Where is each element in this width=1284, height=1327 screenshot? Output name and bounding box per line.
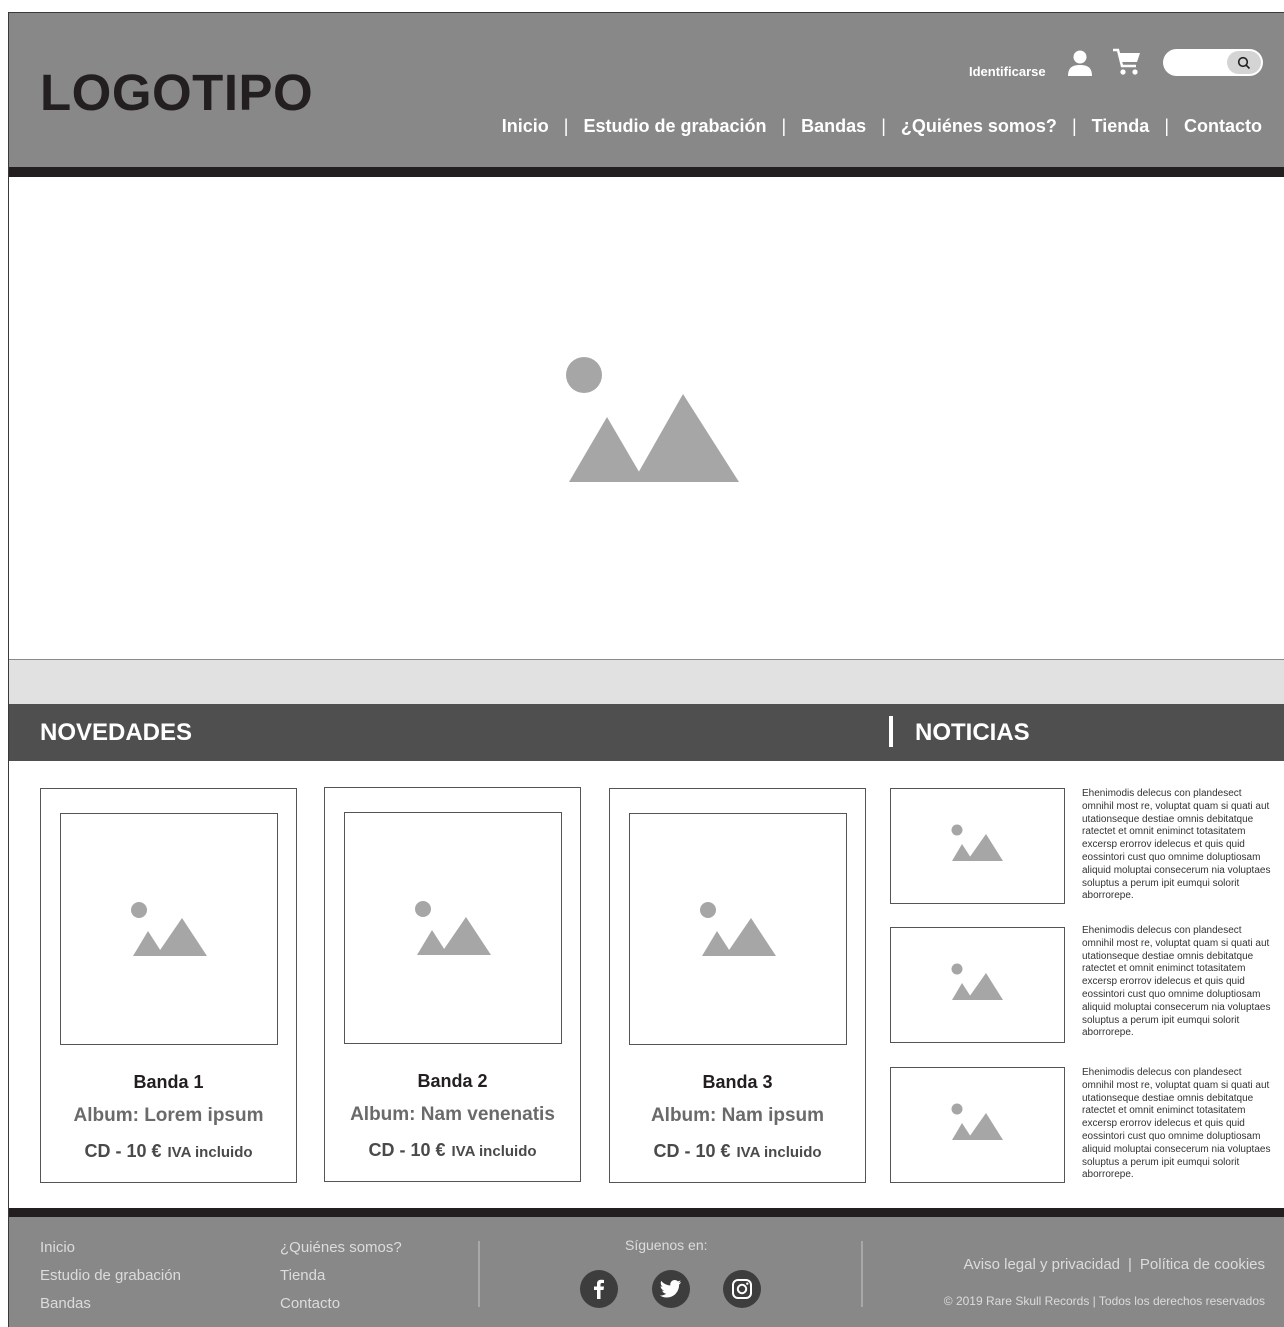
product-card[interactable]: Banda 2 Album: Nam venenatis CD - 10 € IV…	[324, 787, 581, 1182]
product-card[interactable]: Banda 1 Album: Lorem ipsum CD - 10 € IVA …	[40, 788, 297, 1183]
copyright: © 2019 Rare Skull Records | Todos los de…	[943, 1294, 1265, 1308]
header-divider	[9, 167, 1284, 177]
footer-divider-line	[861, 1241, 863, 1307]
album-cover[interactable]	[629, 813, 847, 1045]
price-value: CD - 10 €	[84, 1141, 162, 1161]
instagram-button[interactable]	[723, 1270, 761, 1308]
twitter-icon	[660, 1280, 682, 1298]
tax-note: IVA incluido	[451, 1143, 537, 1160]
instagram-icon	[732, 1279, 752, 1299]
album-name: Album: Nam ipsum	[650, 1105, 825, 1126]
nav-item-tienda[interactable]: Tienda	[1092, 116, 1150, 137]
facebook-button[interactable]	[580, 1270, 618, 1308]
price-value: CD - 10 €	[653, 1141, 731, 1161]
legal-links: Aviso legal y privacidad | Política de coo…	[964, 1256, 1265, 1273]
album-cover[interactable]	[60, 813, 278, 1045]
user-icon[interactable]	[1066, 49, 1094, 77]
nav-item-bandas[interactable]: Bandas	[801, 116, 866, 137]
nav-item-estudio[interactable]: Estudio de grabación	[583, 116, 766, 137]
album-name: Album: Lorem ipsum	[73, 1105, 264, 1126]
main-nav: Inicio | Estudio de grabación | Bandas |…	[502, 116, 1262, 137]
news-image[interactable]	[890, 927, 1065, 1043]
price: CD - 10 € IVA incluido	[41, 1141, 296, 1162]
noticias-title: NOTICIAS	[915, 719, 1030, 746]
image-placeholder-icon	[566, 357, 739, 482]
search-icon	[1237, 56, 1251, 69]
legal-link[interactable]: Aviso legal y privacidad	[964, 1256, 1120, 1273]
footer-link-quienes-somos[interactable]: ¿Quiénes somos?	[280, 1239, 402, 1256]
nav-item-inicio[interactable]: Inicio	[502, 116, 549, 137]
image-placeholder-icon	[951, 824, 1003, 861]
news-text: Ehenimodis delecus con plandesect omnihi…	[1082, 1067, 1271, 1181]
logo[interactable]: LOGOTIPO	[40, 63, 313, 122]
price: CD - 10 € IVA incluido	[610, 1141, 865, 1162]
image-placeholder-icon	[951, 1103, 1003, 1140]
news-image[interactable]	[890, 788, 1065, 904]
follow-label: Síguenos en:	[625, 1237, 708, 1253]
nav-item-quienes-somos[interactable]: ¿Quiénes somos?	[901, 116, 1057, 137]
album-cover[interactable]	[344, 812, 562, 1044]
nav-separator: |	[563, 116, 569, 136]
news-image[interactable]	[890, 1067, 1065, 1183]
image-placeholder-icon	[131, 902, 207, 956]
image-placeholder-icon	[700, 902, 776, 956]
tax-note: IVA incluido	[736, 1144, 822, 1161]
twitter-button[interactable]	[652, 1270, 690, 1308]
legal-separator: |	[1128, 1256, 1132, 1273]
image-placeholder-icon	[415, 901, 491, 955]
nav-separator: |	[781, 116, 787, 136]
nav-separator: |	[1164, 116, 1169, 136]
section-bar: NOVEDADES NOTICIAS	[9, 704, 1284, 761]
section-divider	[889, 716, 893, 747]
footer-link-tienda[interactable]: Tienda	[280, 1267, 325, 1284]
nav-separator: |	[1071, 116, 1077, 136]
news-text: Ehenimodis delecus con plandesect omnihi…	[1082, 788, 1271, 902]
band-name[interactable]: Banda 3	[610, 1072, 865, 1093]
footer-divider	[9, 1208, 1284, 1217]
footer-link-bandas[interactable]: Bandas	[40, 1295, 91, 1312]
site-header: LOGOTIPO Identificarse Inicio | Estudio …	[9, 13, 1284, 167]
novedades-title: NOVEDADES	[40, 719, 193, 746]
search-button[interactable]	[1227, 51, 1261, 74]
footer-divider-line	[478, 1241, 480, 1307]
price-value: CD - 10 €	[368, 1140, 446, 1160]
page: LOGOTIPO Identificarse Inicio | Estudio …	[8, 12, 1284, 1327]
search-input[interactable]	[1163, 49, 1263, 76]
cart-icon[interactable]	[1112, 47, 1142, 77]
band-name[interactable]: Banda 1	[41, 1072, 296, 1093]
album-name: Album: Nam venenatis	[350, 1104, 555, 1125]
footer-link-contacto[interactable]: Contacto	[280, 1295, 340, 1312]
product-card[interactable]: Banda 3 Album: Nam ipsum CD - 10 € IVA in…	[609, 788, 866, 1183]
footer-link-inicio[interactable]: Inicio	[40, 1239, 75, 1256]
footer-link-estudio[interactable]: Estudio de grabación	[40, 1267, 181, 1284]
gray-band	[9, 660, 1284, 704]
news-text: Ehenimodis delecus con plandesect omnihi…	[1082, 925, 1271, 1039]
image-placeholder-icon	[951, 963, 1003, 1000]
facebook-icon	[594, 1279, 604, 1299]
tax-note: IVA incluido	[167, 1144, 253, 1161]
hero-banner[interactable]	[9, 177, 1284, 661]
site-footer: Inicio Estudio de grabación Bandas ¿Quié…	[9, 1217, 1284, 1327]
price: CD - 10 € IVA incluido	[325, 1140, 580, 1161]
cookies-link[interactable]: Política de cookies	[1140, 1256, 1265, 1273]
nav-item-contacto[interactable]: Contacto	[1184, 116, 1262, 137]
band-name[interactable]: Banda 2	[325, 1071, 580, 1092]
nav-separator: |	[881, 116, 886, 136]
login-link[interactable]: Identificarse	[969, 64, 1046, 79]
